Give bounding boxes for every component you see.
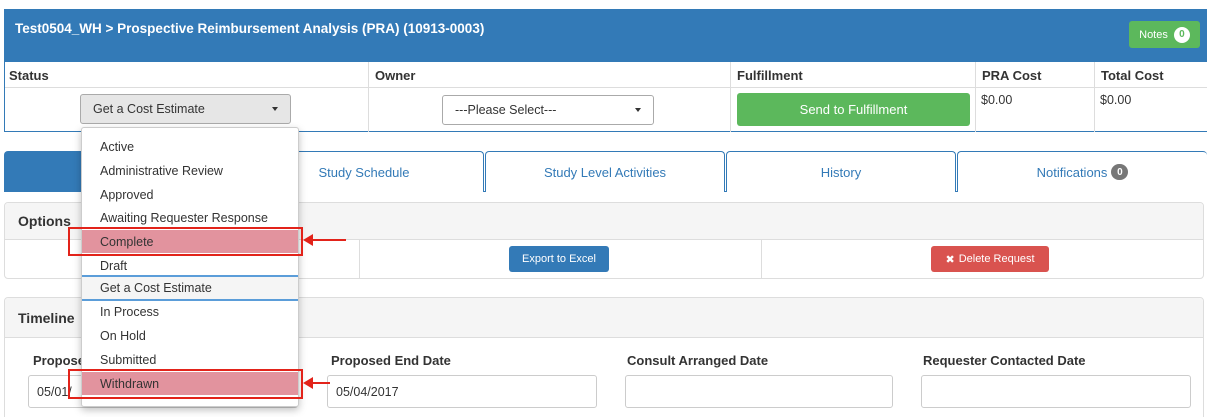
status-option-in-process[interactable]: In Process bbox=[82, 300, 298, 323]
pra-cost-value: $0.00 bbox=[981, 93, 1013, 107]
notes-button[interactable]: Notes 0 bbox=[1129, 21, 1200, 48]
proposed-start-date-value: 05/01/ bbox=[37, 384, 72, 399]
status-option-draft[interactable]: Draft bbox=[82, 254, 298, 277]
options-panel-title: Options bbox=[18, 213, 71, 229]
tab-label: Study Schedule bbox=[318, 164, 410, 180]
delete-request-label: Delete Request bbox=[958, 253, 1035, 265]
owner-select[interactable]: ---Please Select--- bbox=[442, 95, 654, 125]
chevron-down-icon bbox=[272, 107, 278, 111]
chevron-down-icon bbox=[635, 108, 641, 112]
status-option-get-a-cost-estimate[interactable]: Get a Cost Estimate bbox=[82, 275, 298, 301]
send-to-fulfillment-button[interactable]: Send to Fulfillment bbox=[737, 93, 970, 126]
tab-label: Notifications bbox=[1036, 164, 1108, 180]
complete-highlight-box bbox=[68, 227, 303, 256]
proposed-end-date-input[interactable]: 05/04/2017 bbox=[327, 375, 597, 408]
status-column-header: Status bbox=[9, 68, 49, 83]
column-divider bbox=[975, 62, 976, 132]
export-to-excel-button[interactable]: Export to Excel bbox=[509, 246, 609, 272]
annotation-arrow-line bbox=[311, 382, 330, 384]
column-divider bbox=[761, 240, 762, 279]
fulfillment-column-header: Fulfillment bbox=[737, 68, 803, 83]
owner-select-value: ---Please Select--- bbox=[455, 103, 557, 117]
tab-label: Study Level Activities bbox=[543, 164, 667, 180]
notes-count-badge: 0 bbox=[1173, 26, 1190, 43]
consult-arranged-date-input[interactable] bbox=[625, 375, 893, 408]
status-select-value: Get a Cost Estimate bbox=[93, 102, 205, 116]
column-divider bbox=[730, 62, 731, 132]
notes-label: Notes bbox=[1139, 28, 1168, 41]
status-dropdown-menu: Active Administrative Review Approved Aw… bbox=[81, 127, 299, 407]
timeline-panel-title: Timeline bbox=[18, 310, 75, 326]
annotation-arrow-line bbox=[311, 239, 346, 241]
consult-arranged-date-label: Consult Arranged Date bbox=[627, 353, 769, 368]
status-option-approved[interactable]: Approved bbox=[82, 183, 298, 206]
column-divider bbox=[368, 62, 369, 132]
close-icon: ✖ bbox=[945, 253, 955, 266]
page-title: Test0504_WH > Prospective Reimbursement … bbox=[15, 21, 485, 36]
owner-column-header: Owner bbox=[375, 68, 416, 83]
delete-request-button[interactable]: ✖ Delete Request bbox=[931, 246, 1049, 272]
column-divider bbox=[1094, 62, 1095, 132]
total-cost-value: $0.00 bbox=[1100, 93, 1132, 107]
proposed-start-date-label: Propose bbox=[33, 353, 86, 368]
requester-contacted-date-label: Requester Contacted Date bbox=[923, 353, 1086, 368]
tab-study-level-activities[interactable]: Study Level Activities bbox=[485, 151, 725, 192]
status-option-on-hold[interactable]: On Hold bbox=[82, 324, 298, 347]
pra-cost-column-header: PRA Cost bbox=[982, 68, 1042, 83]
total-cost-column-header: Total Cost bbox=[1101, 68, 1164, 83]
requester-contacted-date-input[interactable] bbox=[921, 375, 1191, 408]
proposed-end-date-value: 05/04/2017 bbox=[336, 384, 399, 399]
status-select[interactable]: Get a Cost Estimate bbox=[80, 94, 291, 124]
tab-notifications[interactable]: Notifications 0 bbox=[957, 151, 1207, 192]
status-option-active[interactable]: Active bbox=[82, 135, 298, 158]
tab-history[interactable]: History bbox=[726, 151, 956, 192]
proposed-end-date-label: Proposed End Date bbox=[331, 353, 451, 368]
status-option-awaiting-requester-response[interactable]: Awaiting Requester Response bbox=[82, 206, 298, 229]
status-option-administrative-review[interactable]: Administrative Review bbox=[82, 159, 298, 182]
notifications-count-badge: 0 bbox=[1111, 164, 1129, 180]
status-table-header: Status Owner Fulfillment PRA Cost Total … bbox=[5, 62, 1207, 88]
status-option-submitted[interactable]: Submitted bbox=[82, 348, 298, 371]
tab-label: History bbox=[820, 164, 862, 180]
column-divider bbox=[359, 240, 360, 279]
withdrawn-highlight-box bbox=[68, 369, 303, 399]
page-header: Test0504_WH > Prospective Reimbursement … bbox=[4, 9, 1207, 62]
